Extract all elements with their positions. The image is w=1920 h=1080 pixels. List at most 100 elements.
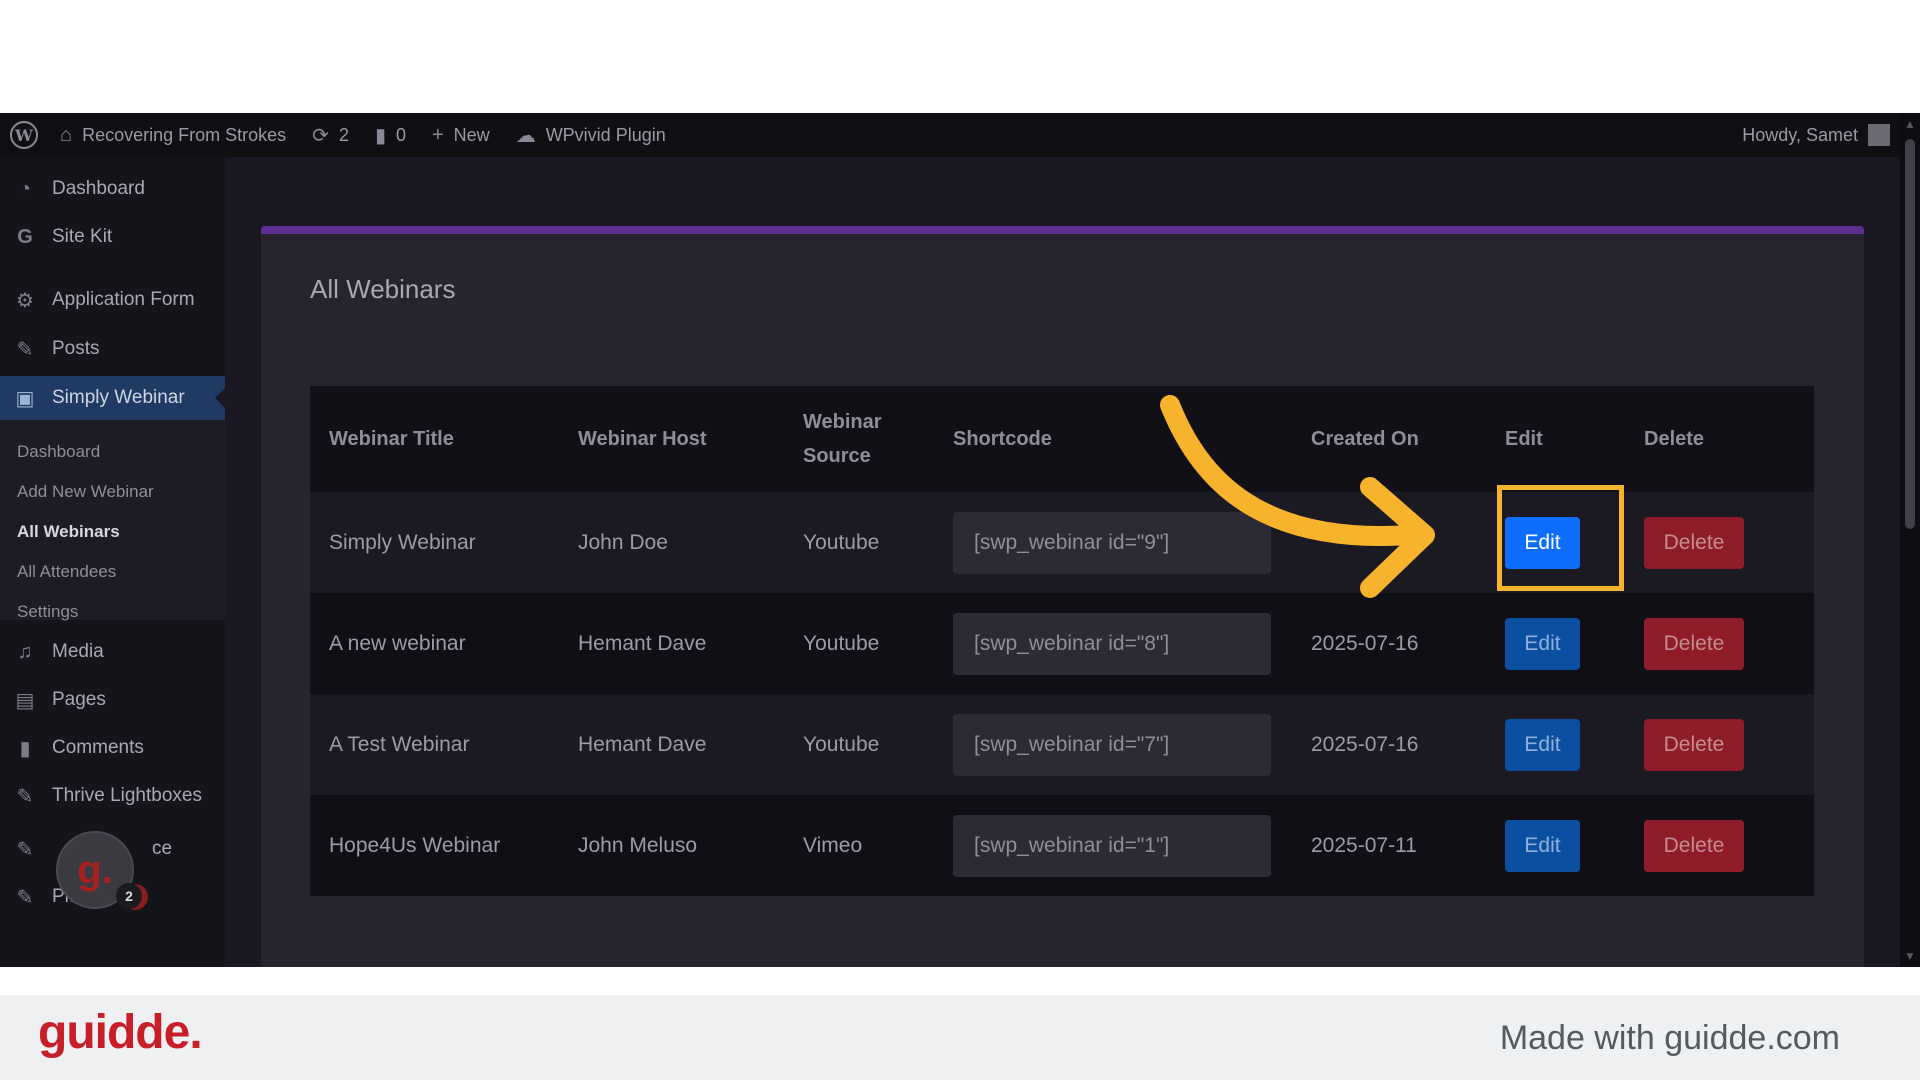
webinar-title: A new webinar [329, 631, 466, 655]
table-row: Hope4Us Webinar John Meluso Vimeo [swp_w… [310, 795, 1814, 896]
webinar-source: Youtube [803, 631, 880, 655]
submenu-dashboard[interactable]: Dashboard [17, 442, 100, 462]
webinar-host: John Meluso [578, 833, 698, 857]
site-name-link[interactable]: ⌂ Recovering From Strokes [60, 124, 286, 147]
shortcode-field[interactable]: [swp_webinar id="8"] [953, 612, 1271, 675]
webinar-host: John Doe [578, 530, 668, 554]
pin-icon: ✎ [16, 338, 34, 361]
shortcode-field[interactable]: [swp_webinar id="1"] [953, 814, 1271, 877]
media-icon: ♫ [17, 640, 33, 663]
scroll-up-icon[interactable]: ▲ [1904, 117, 1916, 131]
greeting: Howdy, Samet [1742, 124, 1858, 145]
webinar-source: Vimeo [803, 833, 863, 857]
sidebar-item-label: Simply Webinar [52, 387, 185, 408]
webinar-host: Hemant Dave [578, 732, 707, 756]
scroll-down-icon[interactable]: ▼ [1904, 949, 1916, 963]
webinars-panel: All Webinars Webinar Title Webinar Host … [261, 226, 1864, 967]
webinar-icon: ▣ [15, 387, 35, 410]
sidebar-item-dashboard[interactable]: ◔ Dashboard [0, 167, 225, 211]
webinars-table: Webinar Title Webinar Host Webinar Sourc… [310, 386, 1814, 896]
pin-icon: ✎ [16, 785, 34, 808]
wordpress-admin-screenshot: W ⌂ Recovering From Strokes ⟳ 2 ▮ 0 + Ne… [0, 113, 1920, 967]
created-on: 2025-07-11 [1311, 833, 1417, 857]
shortcode-field[interactable]: [swp_webinar id="9"] [953, 511, 1271, 574]
sidebar-item-simply-webinar[interactable]: ▣ Simply Webinar [0, 376, 225, 420]
pages-icon: ▤ [15, 689, 35, 712]
submenu-all-attendees[interactable]: All Attendees [17, 562, 116, 582]
sidebar-item-label: Media [52, 641, 104, 662]
new-label: New [453, 124, 490, 145]
submenu-settings[interactable]: Settings [17, 602, 78, 622]
delete-button[interactable]: Delete [1644, 819, 1744, 872]
sidebar-item-pages[interactable]: ▤ Pages [0, 678, 225, 722]
comment-icon: ▮ [374, 124, 386, 147]
sidebar-item-label: ce [152, 838, 173, 859]
scroll-thumb[interactable] [1905, 139, 1915, 529]
sidebar-item-label: Thrive Lightboxes [52, 785, 202, 806]
comment-icon: ▮ [19, 737, 31, 760]
webinar-source: Youtube [803, 732, 880, 756]
sidebar-item-site-kit[interactable]: G Site Kit [0, 215, 225, 259]
webinar-source: Youtube [803, 530, 880, 554]
updates-count: 2 [338, 124, 349, 145]
admin-bar: W ⌂ Recovering From Strokes ⟳ 2 ▮ 0 + Ne… [0, 113, 1900, 157]
plug-icon: ✎ [16, 886, 34, 909]
sidebar-item-application-form[interactable]: ⚙ Application Form [0, 278, 225, 322]
submenu-all-webinars[interactable]: All Webinars [17, 522, 120, 542]
sidebar-item-label: Dashboard [52, 178, 145, 199]
wordpress-logo-icon[interactable]: W [10, 121, 38, 149]
wpvivid-plugin-link[interactable]: ☁ WPvivid Plugin [516, 123, 666, 148]
webinar-title: A Test Webinar [329, 732, 470, 756]
home-icon: ⌂ [60, 123, 73, 146]
sidebar-item-comments[interactable]: ▮ Comments [0, 726, 225, 770]
new-content-link[interactable]: + New [432, 124, 490, 147]
guidde-bubble-count: 2 [116, 883, 142, 909]
column-header: Shortcode [953, 427, 1052, 450]
google-icon: G [17, 225, 33, 248]
sidebar-item-label: Comments [52, 737, 144, 758]
plugin-label: WPvivid Plugin [545, 124, 666, 145]
created-on-value: 8 [1411, 530, 1423, 554]
account-menu[interactable]: Howdy, Samet [1742, 124, 1890, 146]
guidde-logo: guidde. [38, 1006, 203, 1059]
sidebar-item-label: Posts [52, 338, 100, 359]
page-title: All Webinars [310, 274, 456, 304]
guidde-footer: guidde. Made with guidde.com [0, 995, 1920, 1080]
comments-count: 0 [395, 124, 406, 145]
sidebar-item-label: Site Kit [52, 226, 113, 247]
delete-button[interactable]: Delete [1644, 516, 1744, 569]
delete-button[interactable]: Delete [1644, 617, 1744, 670]
webinar-title: Hope4Us Webinar [329, 833, 501, 857]
guidde-bubble-letter: g. [77, 847, 113, 892]
gauge-icon: ◔ [18, 177, 32, 200]
shortcode-field[interactable]: [swp_webinar id="7"] [953, 713, 1271, 776]
created-on: 2025-07-16 [1311, 732, 1419, 756]
column-header: Edit [1505, 427, 1543, 450]
edit-highlight-box [1497, 485, 1624, 591]
sidebar-item-thrive-lightboxes[interactable]: ✎ Thrive Lightboxes [0, 774, 225, 818]
delete-button[interactable]: Delete [1644, 718, 1744, 771]
table-row: A Test Webinar Hemant Dave Youtube [swp_… [310, 694, 1814, 795]
edit-button[interactable]: Edit [1505, 617, 1580, 670]
made-with-text: Made with guidde.com [1499, 1019, 1840, 1057]
comments-link[interactable]: ▮ 0 [375, 123, 406, 148]
site-name: Recovering From Strokes [82, 124, 287, 145]
created-on: 2025-07-16 [1311, 631, 1419, 655]
edit-button[interactable]: Edit [1505, 718, 1580, 771]
cloud-icon: ☁ [515, 124, 536, 147]
table-row: A new webinar Hemant Dave Youtube [swp_w… [310, 593, 1814, 694]
column-header: Created On [1311, 427, 1419, 450]
submenu-add-new-webinar[interactable]: Add New Webinar [17, 482, 154, 502]
webinar-title: Simply Webinar [329, 530, 476, 554]
sidebar-item-posts[interactable]: ✎ Posts [0, 327, 225, 371]
updates-link[interactable]: ⟳ 2 [312, 123, 349, 148]
plus-icon: + [431, 123, 444, 146]
avatar [1868, 124, 1890, 146]
screen: W ⌂ Recovering From Strokes ⟳ 2 ▮ 0 + Ne… [0, 0, 1920, 1080]
edit-button[interactable]: Edit [1505, 819, 1580, 872]
column-header: Webinar Host [578, 427, 707, 450]
brush-icon: ✎ [16, 838, 34, 861]
sidebar-item-media[interactable]: ♫ Media [0, 630, 225, 674]
column-header: Delete [1644, 427, 1705, 450]
page-scrollbar[interactable]: ▲ ▼ [1900, 113, 1920, 967]
